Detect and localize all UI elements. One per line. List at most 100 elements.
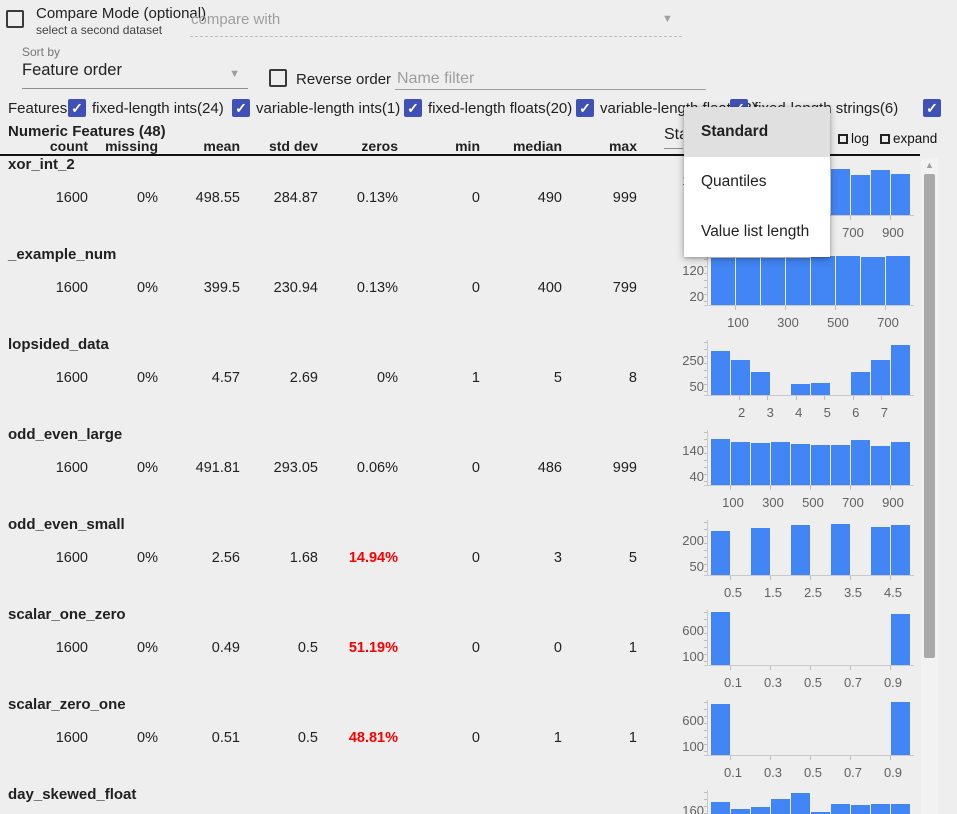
x-tick-label: 4.5 <box>871 585 915 600</box>
facets-overview-app: Compare Mode (optional) select a second … <box>0 0 957 814</box>
histogram-bar <box>751 443 770 485</box>
compare-with-dropdown-arrow-icon[interactable]: ▼ <box>662 13 673 25</box>
log-label: log <box>851 131 869 146</box>
log-checkbox-icon <box>838 134 848 144</box>
cell-mean: 498.55 <box>170 190 240 206</box>
sort-by-label: Sort by <box>22 45 60 59</box>
x-tick <box>730 666 731 670</box>
cell-median: 400 <box>492 280 562 296</box>
cell-median: 1 <box>492 730 562 746</box>
name-filter-input[interactable]: Name filter <box>397 70 474 88</box>
x-axis <box>704 395 914 396</box>
chart-select[interactable]: Standard <box>664 126 683 144</box>
cell-zeros: 0.13% <box>318 190 398 206</box>
x-tick <box>850 486 851 490</box>
histogram-bar <box>771 442 790 485</box>
compare-with-underline <box>190 12 682 37</box>
histogram-bar <box>831 445 850 485</box>
sort-by-dropdown-arrow-icon: ▼ <box>229 68 240 80</box>
y-tick-label: 50 <box>678 559 704 574</box>
x-tick <box>810 576 811 580</box>
y-tick <box>704 647 707 648</box>
sort-by-value: Feature order <box>22 61 122 79</box>
cell-std-dev: 293.05 <box>248 460 318 476</box>
expand-toggle[interactable]: expand <box>880 131 937 146</box>
reverse-order-checkbox[interactable] <box>269 69 287 87</box>
x-tick <box>770 666 771 670</box>
x-tick-label: 0.5 <box>711 585 755 600</box>
histogram-bar <box>711 704 730 755</box>
x-tick-label: 0.1 <box>711 765 755 780</box>
column-header-zeros: zeros <box>318 138 398 154</box>
y-tick-label: 20 <box>678 289 704 304</box>
histogram-bar <box>871 170 890 215</box>
cell-count: 1600 <box>0 280 88 296</box>
y-tick <box>704 280 707 281</box>
menu-item-quantiles[interactable]: Quantiles <box>684 157 830 207</box>
scrollbar-up-arrow-icon[interactable]: ▲ <box>921 158 938 172</box>
histogram-scalar_zero_one: 6001000.10.30.50.70.9 <box>678 696 922 788</box>
table-row: scalar_zero_one16000%0.510.548.81%011600… <box>0 696 957 786</box>
cell-max: 1 <box>567 730 637 746</box>
x-tick <box>853 396 854 400</box>
compare-mode-checkbox[interactable] <box>6 10 24 28</box>
y-tick <box>704 619 707 620</box>
y-tick-label: 40 <box>678 469 704 484</box>
x-axis <box>704 485 914 486</box>
x-tick-label: 500 <box>791 495 835 510</box>
x-tick-label: 0.5 <box>791 675 835 690</box>
feature-type-checkbox[interactable]: ✓ <box>576 99 594 117</box>
y-tick <box>704 529 707 530</box>
histogram-bar <box>861 257 885 305</box>
menu-item-standard[interactable]: Standard <box>684 107 830 157</box>
cell-count: 1600 <box>0 730 88 746</box>
y-tick <box>704 287 707 288</box>
feature-name: lopsided_data <box>8 336 109 353</box>
table-row: scalar_one_zero16000%0.490.551.19%001600… <box>0 606 957 696</box>
x-tick <box>890 486 891 490</box>
cell-max: 799 <box>567 280 637 296</box>
feature-type-checkbox[interactable]: ✓ <box>404 99 422 117</box>
cell-missing: 0% <box>98 370 158 386</box>
sort-by-select[interactable]: Feature order ▼ <box>22 61 248 89</box>
reverse-order-label: Reverse order <box>296 71 391 88</box>
feature-name: odd_even_small <box>8 516 125 533</box>
feature-type-checkbox[interactable]: ✓ <box>232 99 250 117</box>
y-tick <box>704 467 707 468</box>
y-tick <box>704 342 707 343</box>
y-tick-label: 100 <box>678 649 704 664</box>
feature-type-label: fixed-length floats(20) <box>428 100 572 117</box>
y-tick-label: 50 <box>678 379 704 394</box>
y-tick <box>704 439 707 440</box>
histogram-bar <box>711 802 730 814</box>
menu-item-value-list-length[interactable]: Value list length <box>684 207 830 257</box>
cell-missing: 0% <box>98 460 158 476</box>
histogram-bar <box>891 345 910 395</box>
x-tick <box>730 486 731 490</box>
cell-mean: 0.49 <box>170 640 240 656</box>
feature-type-checkbox[interactable]: ✓ <box>923 99 941 117</box>
y-tick-label: 100 <box>678 739 704 754</box>
histogram-bar <box>851 372 870 395</box>
histogram-bar <box>871 527 890 575</box>
scrollbar-thumb[interactable] <box>924 174 935 658</box>
features-bar-label: Features: <box>8 100 71 117</box>
cell-zeros: 14.94% <box>318 550 398 566</box>
log-toggle[interactable]: log <box>838 131 869 146</box>
cell-zeros: 0% <box>318 370 398 386</box>
y-tick <box>704 702 707 703</box>
feature-type-checkbox[interactable]: ✓ <box>68 99 86 117</box>
y-tick-label: 250 <box>678 353 704 368</box>
column-header-min: min <box>410 138 480 154</box>
x-tick <box>890 216 891 220</box>
cell-min: 0 <box>410 730 480 746</box>
cell-zeros: 0.06% <box>318 460 398 476</box>
y-tick <box>704 377 707 378</box>
cell-max: 999 <box>567 190 637 206</box>
cell-std-dev: 0.5 <box>248 640 318 656</box>
x-tick <box>810 666 811 670</box>
x-axis <box>704 665 914 666</box>
column-header-median: median <box>492 138 562 154</box>
x-tick-label: 0.7 <box>831 675 875 690</box>
x-tick <box>770 756 771 760</box>
